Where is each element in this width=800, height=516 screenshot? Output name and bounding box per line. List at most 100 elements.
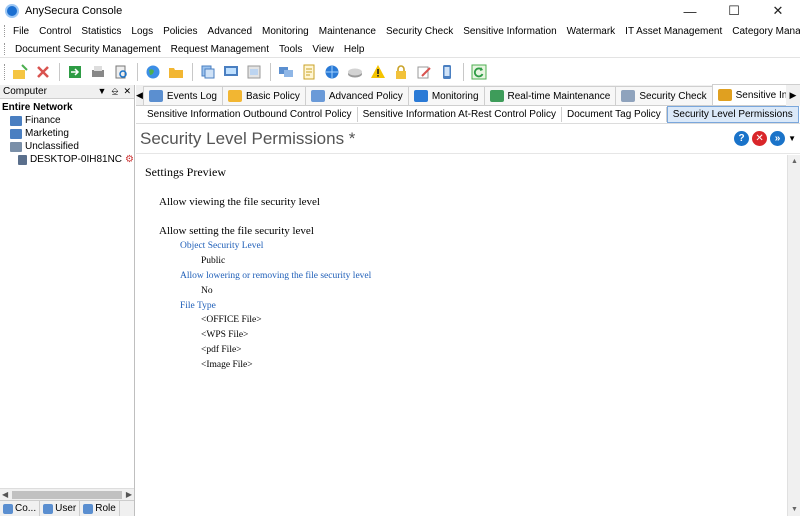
menu-request-management[interactable]: Request Management <box>166 44 274 55</box>
menu-sensitive-information[interactable]: Sensitive Information <box>458 26 561 37</box>
menu-tools[interactable]: Tools <box>274 44 307 55</box>
tree-item[interactable]: Unclassified <box>0 140 134 153</box>
pane-dropdown-icon[interactable]: ▼ <box>97 86 106 97</box>
edit-icon[interactable] <box>413 61 435 83</box>
help-icon[interactable]: ? <box>734 131 750 146</box>
menu-control[interactable]: Control <box>34 26 76 37</box>
cancel-icon[interactable]: ✕ <box>752 131 768 146</box>
toolbar <box>0 59 800 85</box>
vertical-scrollbar[interactable]: ▲ ▼ <box>787 155 800 516</box>
menu-logs[interactable]: Logs <box>126 26 158 37</box>
settings-preview: Settings Preview Allow viewing the file … <box>136 155 786 516</box>
tree-item-label: DESKTOP-0IH81NC <box>29 154 123 165</box>
menu-file[interactable]: File <box>8 26 34 37</box>
scroll-right-icon[interactable]: ▶ <box>126 490 132 499</box>
menu-watermark[interactable]: Watermark <box>562 26 621 37</box>
policy-doc-icon[interactable] <box>298 61 320 83</box>
lowering-value: No <box>201 286 213 296</box>
delete-icon[interactable] <box>32 61 54 83</box>
window-title: AnySecura Console <box>25 5 123 17</box>
tab-label: Role <box>95 503 116 514</box>
tab-scroll-left-icon[interactable]: ◀ <box>136 85 143 105</box>
tab-icon <box>413 90 428 102</box>
object-level-label: Object Security Level <box>180 241 264 251</box>
menu-maintenance[interactable]: Maintenance <box>314 26 381 37</box>
screen-icon[interactable] <box>220 61 242 83</box>
internet-icon[interactable] <box>321 61 343 83</box>
subtab-security-level-permissions[interactable]: Security Level Permissions <box>666 106 799 123</box>
file-type-label: File Type <box>180 301 216 311</box>
page-header: Security Level Permissions * ? ✕ » ▼ <box>136 124 800 154</box>
tab-icon <box>717 89 732 101</box>
scroll-thumb[interactable] <box>12 490 122 499</box>
tab-real-time-maintenance[interactable]: Real-time Maintenance <box>483 86 617 105</box>
copy-icon[interactable] <box>197 61 219 83</box>
minimize-button[interactable]: — <box>668 0 712 22</box>
folder-icon[interactable] <box>165 61 187 83</box>
add-icon[interactable] <box>9 61 31 83</box>
tab-scroll-right-icon[interactable]: ▶ <box>786 85 800 106</box>
window-icon[interactable] <box>243 61 265 83</box>
object-level-value: Public <box>201 256 226 266</box>
menu-security-check[interactable]: Security Check <box>381 26 458 37</box>
globe-icon[interactable] <box>142 61 164 83</box>
menu-advanced[interactable]: Advanced <box>203 26 257 37</box>
tab-basic-policy[interactable]: Basic Policy <box>221 86 306 105</box>
subtab-document-tag-policy[interactable]: Document Tag Policy <box>562 107 667 122</box>
menu-help[interactable]: Help <box>339 44 370 55</box>
tree-item-label: Finance <box>25 115 61 126</box>
pane-close-icon[interactable]: ✕ <box>123 86 131 97</box>
menu-monitoring[interactable]: Monitoring <box>257 26 314 37</box>
subtab-sensitive-information-at-rest-control-policy[interactable]: Sensitive Information At-Rest Control Po… <box>358 107 562 122</box>
mobile-icon[interactable] <box>436 61 458 83</box>
lowering-label: Allow lowering or removing the file secu… <box>180 271 372 281</box>
tab-label: Co... <box>15 503 37 514</box>
tab-monitoring[interactable]: Monitoring <box>407 86 485 105</box>
computers-icon[interactable] <box>275 61 297 83</box>
pin-icon[interactable]: ⎒ <box>111 86 118 97</box>
tree-item[interactable]: DESKTOP-0IH81NC ⚙ <box>0 153 134 166</box>
import-icon[interactable] <box>64 61 86 83</box>
menu-it-asset-management[interactable]: IT Asset Management <box>620 26 727 37</box>
menu-grip[interactable] <box>4 43 7 55</box>
scroll-left-icon[interactable]: ◀ <box>2 490 8 499</box>
subtab-sensitive-information-outbound-control-policy[interactable]: Sensitive Information Outbound Control P… <box>142 107 358 122</box>
menu-document-security-management[interactable]: Document Security Management <box>10 44 166 55</box>
tree-item[interactable]: Marketing <box>0 127 134 140</box>
tab-label: Security Check <box>639 90 707 102</box>
tab-user[interactable]: User <box>40 500 81 516</box>
tree-item[interactable]: Finance <box>0 114 134 127</box>
lock-icon[interactable] <box>390 61 412 83</box>
menu-grip[interactable] <box>4 25 5 37</box>
warning-icon[interactable] <box>367 61 389 83</box>
refresh-icon[interactable] <box>468 61 490 83</box>
scroll-down-icon[interactable]: ▼ <box>788 503 800 516</box>
toolbar-grip[interactable] <box>4 64 7 80</box>
toolbar-separator <box>192 63 193 81</box>
maximize-button[interactable]: ☐ <box>712 0 756 22</box>
menu-category-management[interactable]: Category Management <box>727 26 800 37</box>
tab-security-check[interactable]: Security Check <box>615 86 713 105</box>
tab-role[interactable]: Role <box>80 500 120 516</box>
scroll-up-icon[interactable]: ▲ <box>788 155 800 168</box>
menu-policies[interactable]: Policies <box>158 26 202 37</box>
tab-advanced-policy[interactable]: Advanced Policy <box>304 86 409 105</box>
tree-item[interactable]: Entire Network <box>0 101 134 114</box>
allow-setting-text: Allow setting the file security level <box>159 225 314 237</box>
horizontal-scrollbar[interactable]: ◀ ▶ <box>0 488 134 500</box>
print-preview-icon[interactable] <box>110 61 132 83</box>
more-dropdown-icon[interactable]: ▼ <box>788 134 796 143</box>
pane-header: Computer ▼ ⎒ ✕ <box>0 85 134 99</box>
tab-events-log[interactable]: Events Log <box>142 86 223 105</box>
tab-computer[interactable]: Co... <box>0 500 41 516</box>
menu-view[interactable]: View <box>307 44 339 55</box>
print-icon[interactable] <box>87 61 109 83</box>
sub-tabs: Sensitive Information Outbound Control P… <box>136 106 800 124</box>
menu-row-primary: File Control Statistics Logs Policies Advance… <box>0 22 800 40</box>
tab-label: User <box>55 503 77 514</box>
tab-label: Advanced Policy <box>328 90 403 102</box>
disk-icon[interactable] <box>344 61 366 83</box>
more-icon[interactable]: » <box>770 131 786 146</box>
menu-statistics[interactable]: Statistics <box>76 26 126 37</box>
close-button[interactable]: ✕ <box>756 0 800 22</box>
